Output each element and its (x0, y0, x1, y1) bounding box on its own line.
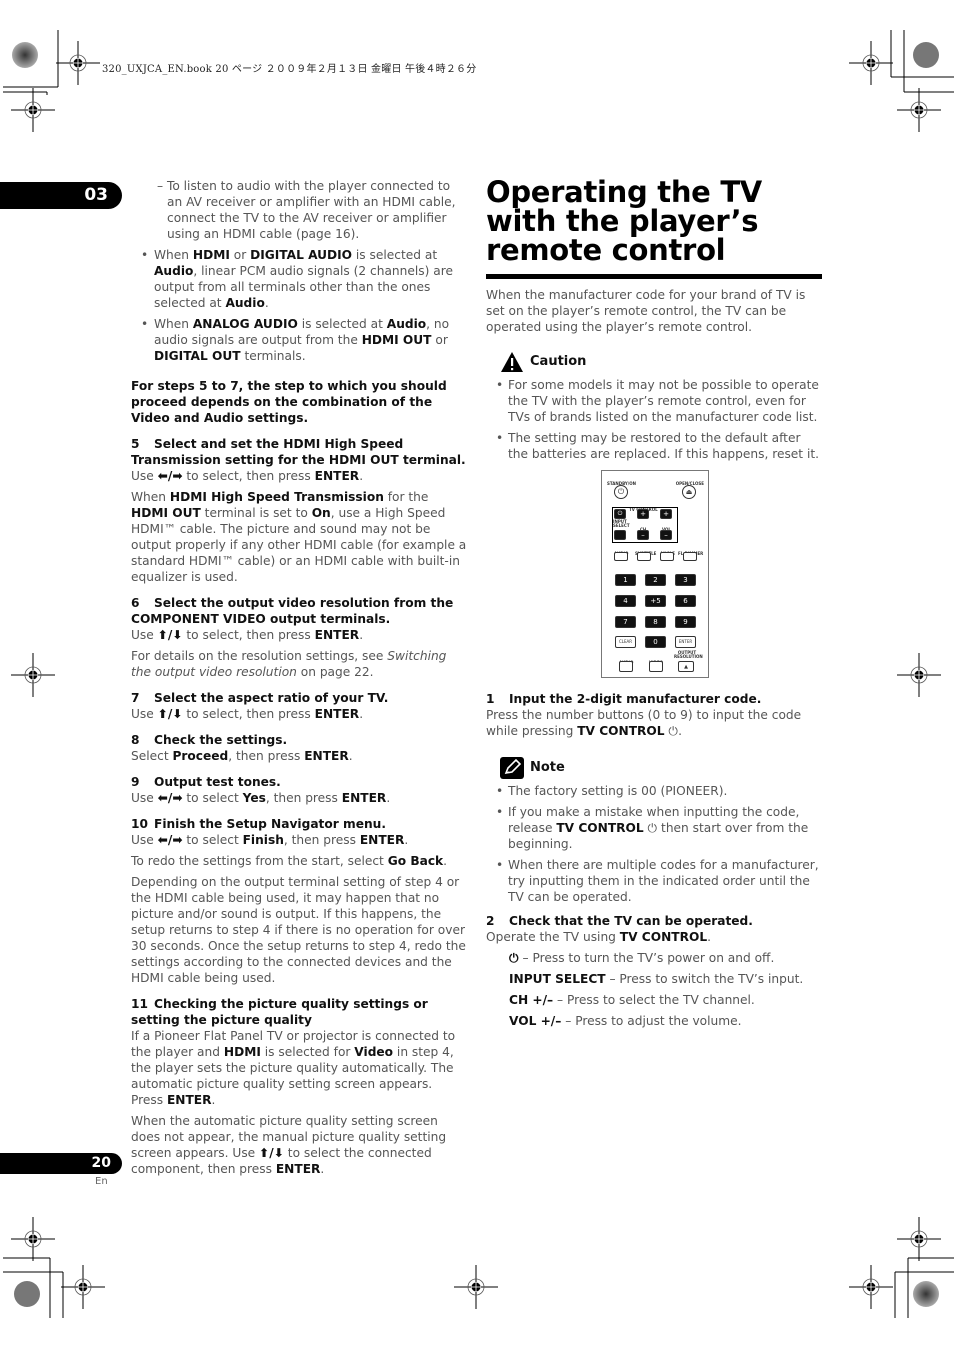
ch-plus-button[interactable]: + (637, 509, 649, 519)
right-column: Operating the TV with the player’s remot… (486, 178, 822, 1034)
step-1-heading: 1 Input the 2-digit manufacturer code. (486, 692, 762, 706)
input-select-button[interactable] (614, 530, 626, 540)
step-8-heading: 8 Check the settings. (131, 733, 288, 747)
digit-button[interactable]: 2 (645, 574, 666, 586)
enter-button[interactable]: ENTER (675, 636, 696, 648)
digit-button[interactable]: +5 (645, 595, 666, 607)
note-item: When there are multiple codes for a manu… (486, 857, 822, 905)
title-rule (486, 274, 822, 279)
up-down-arrows-icon: ⬆/⬇ (157, 628, 183, 642)
standby-button[interactable]: ⏻ (614, 485, 628, 499)
step-2-heading: 2 Check that the TV can be operated. (486, 914, 753, 928)
caution-item: For some models it may not be possible t… (486, 377, 822, 425)
print-header: 320_UXJCA_EN.book 20 ページ ２００９年２月１３日 金曜日 … (102, 64, 477, 75)
digit-button[interactable]: 6 (675, 595, 696, 607)
intro-paragraph: When the manufacturer code for your bran… (486, 288, 806, 334)
power-icon: ⏻ (509, 951, 519, 965)
left-column: – To listen to audio with the player con… (131, 178, 467, 1182)
step-11-heading: 11 Checking the picture quality settings … (131, 997, 428, 1027)
step-10-paragraph: Depending on the output terminal setting… (131, 875, 466, 985)
digit-button[interactable]: 9 (675, 616, 696, 628)
page-number: 20 (0, 1153, 122, 1174)
step-6-note: For details on the resolution settings, … (131, 649, 447, 679)
audio-button[interactable] (614, 552, 628, 561)
digit-button[interactable]: 0 (645, 636, 666, 648)
eject-icon: ⏏ (685, 488, 693, 496)
step-1-body: Press the number buttons (0 to 9) to inp… (486, 708, 802, 738)
digit-button[interactable]: 1 (615, 574, 636, 586)
input-select-description: INPUT SELECT – Press to switch the TV’s … (509, 972, 804, 986)
step-5-note: When HDMI High Speed Transmission for th… (131, 490, 467, 584)
subtitle-button[interactable] (637, 552, 651, 561)
input-select-label: INPUT SELECT (613, 519, 630, 528)
step-2-body: Operate the TV using TV CONTROL. (486, 930, 711, 944)
step-11-paragraph-1: If a Pioneer Flat Panel TV or projector … (131, 1029, 456, 1107)
step-5-instruction: Use ⬅/➡ to select, then press ENTER. (131, 469, 364, 483)
note-item: If you make a mistake when inputting the… (486, 804, 822, 852)
step-6-instruction: Use ⬆/⬇ to select, then press ENTER. (131, 628, 364, 642)
dash-item: – To listen to audio with the player con… (157, 179, 456, 241)
gray-target-icon (913, 42, 939, 68)
step-7-instruction: Use ⬆/⬇ to select, then press ENTER. (131, 707, 364, 721)
color-target-icon (12, 42, 38, 68)
step-9-heading: 9 Output test tones. (131, 775, 281, 789)
warning-icon (501, 352, 523, 372)
output-resolution-button[interactable]: ▲ (678, 661, 694, 672)
step-10-redo: To redo the settings from the start, sel… (131, 854, 448, 868)
digit-button[interactable]: 8 (645, 616, 666, 628)
bullet-analog: When ANALOG AUDIO is selected at Audio, … (131, 316, 467, 364)
digit-button[interactable]: 7 (615, 616, 636, 628)
remote-control-illustration: STANDBY/ON OPEN/CLOSE ⏻ ⏏ TV CONTROL ⏻ I… (601, 470, 709, 678)
up-triangle-icon: ▲ (684, 663, 688, 670)
step-8-instruction: Select Proceed, then press ENTER. (131, 749, 353, 763)
video-button[interactable] (649, 661, 663, 672)
note-item: The factory setting is 00 (PIONEER). (486, 783, 822, 799)
step-5-heading: 5 Select and set the HDMI High Speed Tran… (131, 437, 466, 467)
up-down-arrows-icon: ⬆/⬇ (259, 1146, 284, 1160)
channel-description: CH +/– – Press to select the TV channel. (509, 993, 755, 1007)
tv-power-button[interactable]: ⏻ (614, 509, 626, 519)
audio-bottom-button[interactable] (619, 661, 633, 672)
digit-button[interactable]: 4 (615, 595, 636, 607)
up-down-arrows-icon: ⬆/⬇ (157, 707, 183, 721)
steps-lead: For steps 5 to 7, the step to which you … (131, 379, 447, 425)
volume-description: VOL +/– – Press to adjust the volume. (509, 1014, 742, 1028)
caution-item: The setting may be restored to the defau… (486, 430, 822, 462)
bullet-hdmi-digital: When HDMI or DIGITAL AUDIO is selected a… (131, 247, 467, 311)
angle-button[interactable] (660, 552, 674, 561)
tv-power-description: ⏻ – Press to turn the TV’s power on and … (509, 951, 775, 965)
open-close-button[interactable]: ⏏ (682, 485, 696, 499)
vol-minus-button[interactable]: – (660, 530, 672, 540)
ch-minus-button[interactable]: – (637, 530, 649, 540)
note-heading: Note (500, 757, 822, 779)
step-7-heading: 7 Select the aspect ratio of your TV. (131, 691, 389, 705)
left-right-arrows-icon: ⬅/➡ (157, 833, 183, 847)
caution-heading: Caution (500, 351, 822, 373)
fl-dimmer-button[interactable] (683, 552, 697, 561)
left-right-arrows-icon: ⬅/➡ (157, 791, 183, 805)
section-title: Operating the TV with the player’s remot… (486, 175, 762, 267)
vol-plus-button[interactable]: + (660, 509, 672, 519)
language-label: En (95, 1176, 108, 1187)
pencil-icon (500, 757, 524, 779)
chapter-tab: 03 (0, 182, 122, 209)
digit-button[interactable]: 3 (675, 574, 696, 586)
power-icon: ⏻ (617, 487, 625, 496)
step-10-heading: 10 Finish the Setup Navigator menu. (131, 817, 386, 831)
left-right-arrows-icon: ⬅/➡ (157, 469, 183, 483)
step-9-instruction: Use ⬅/➡ to select Yes, then press ENTER. (131, 791, 391, 805)
step-10-instruction: Use ⬅/➡ to select Finish, then press ENT… (131, 833, 409, 847)
step-11-paragraph-2: When the automatic picture quality setti… (131, 1114, 447, 1176)
clear-button[interactable]: CLEAR (615, 636, 636, 648)
step-6-heading: 6 Select the output video resolution from… (131, 596, 454, 626)
